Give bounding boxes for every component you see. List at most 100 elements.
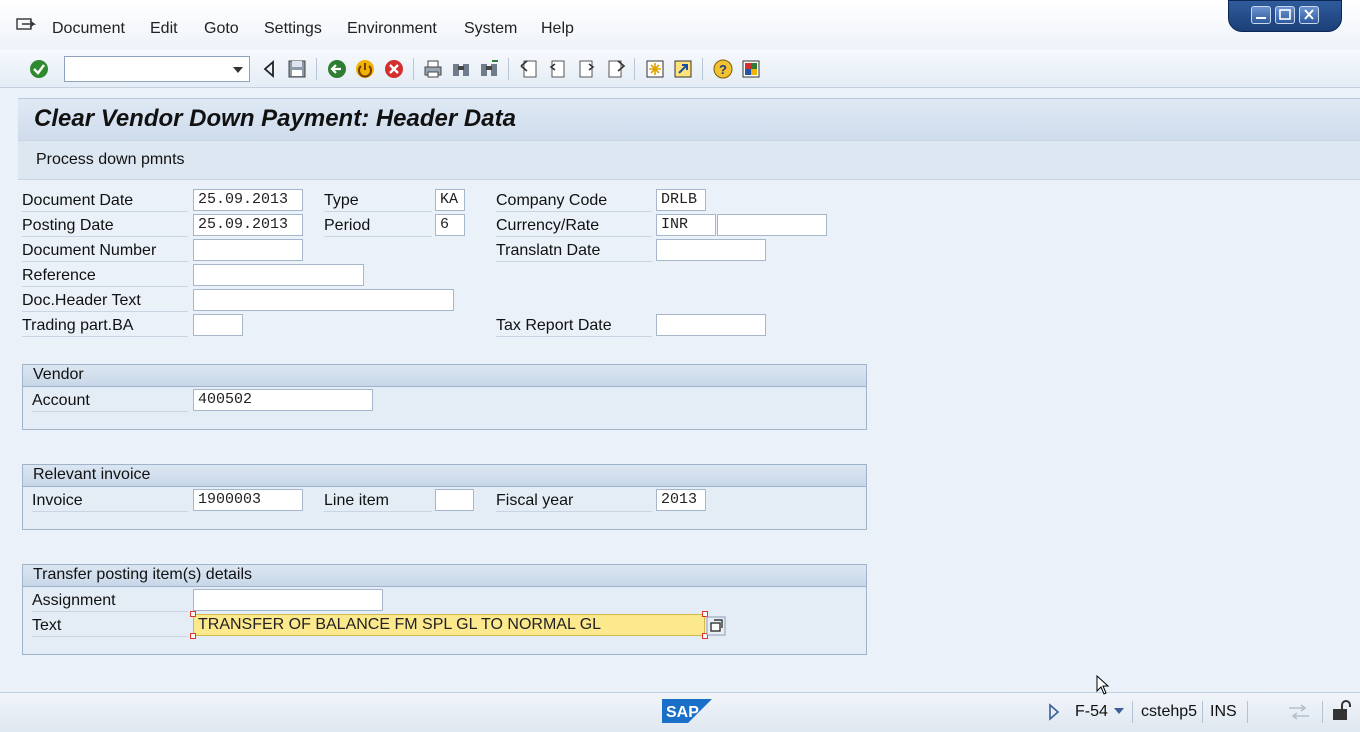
shortcut-icon[interactable] (672, 58, 694, 80)
menu-edit[interactable]: Edit (150, 20, 178, 38)
status-separator (1132, 701, 1133, 723)
trading-part-field[interactable] (193, 314, 243, 336)
currency-field[interactable]: INR (656, 214, 716, 236)
exit-icon[interactable] (354, 58, 376, 80)
transaction-code: F-54 (1075, 703, 1108, 720)
process-down-payments-button[interactable]: Process down pmnts (36, 151, 185, 169)
mouse-pointer-icon (1096, 675, 1110, 695)
toolbar-separator (508, 58, 509, 80)
enter-check-icon[interactable] (28, 58, 50, 80)
account-label: Account (32, 390, 188, 412)
find-icon[interactable] (450, 58, 472, 80)
lock-icon[interactable] (1330, 699, 1354, 723)
status-separator (1202, 701, 1203, 723)
translation-date-field[interactable] (656, 239, 766, 261)
vendor-group-title: Vendor (23, 365, 866, 387)
transfer-posting-group-title: Transfer posting item(s) details (23, 565, 866, 587)
status-separator (1247, 701, 1248, 723)
currency-rate-label: Currency/Rate (496, 215, 652, 237)
status-separator (1322, 701, 1323, 723)
menu-environment[interactable]: Environment (347, 20, 437, 38)
help-icon[interactable]: ? (712, 58, 734, 80)
document-date-field[interactable]: 25.09.2013 (193, 189, 303, 211)
reference-label: Reference (22, 265, 188, 287)
company-code-label: Company Code (496, 190, 652, 212)
standard-toolbar: ? (0, 50, 1360, 88)
status-bar: SAP F-54 cstehp5 INS (0, 692, 1360, 732)
triangle-right-icon[interactable] (1048, 703, 1060, 721)
document-number-label: Document Number (22, 240, 188, 262)
period-field[interactable]: 6 (435, 214, 465, 236)
posting-date-field[interactable]: 25.09.2013 (193, 214, 303, 236)
save-icon[interactable] (286, 58, 308, 80)
tax-report-date-label: Tax Report Date (496, 315, 652, 337)
menu-document[interactable]: Document (52, 20, 125, 38)
translation-date-label: Translatn Date (496, 240, 652, 262)
sap-logo-text: SAP (666, 704, 699, 721)
maximize-icon[interactable] (1275, 6, 1295, 24)
next-page-icon[interactable] (576, 58, 598, 80)
trading-part-label: Trading part.BA (22, 315, 188, 337)
window-controls (1228, 0, 1342, 32)
document-number-field[interactable] (193, 239, 303, 261)
toolbar-separator (634, 58, 635, 80)
close-icon[interactable] (1299, 6, 1319, 24)
command-field[interactable] (64, 56, 250, 82)
line-item-label: Line item (324, 490, 432, 512)
input-mode: INS (1210, 703, 1237, 720)
cancel-icon[interactable] (383, 58, 405, 80)
text-label: Text (32, 615, 188, 637)
application-toolbar: Process down pmnts (18, 140, 1360, 180)
print-icon[interactable] (422, 58, 444, 80)
chevron-down-icon[interactable] (1113, 706, 1125, 716)
doc-header-text-field[interactable] (193, 289, 454, 311)
doc-header-text-label: Doc.Header Text (22, 290, 188, 312)
line-item-field[interactable] (435, 489, 474, 511)
period-label: Period (324, 215, 432, 237)
resize-handle (190, 611, 196, 617)
relevant-invoice-group-title: Relevant invoice (23, 465, 866, 487)
type-field[interactable]: KA (435, 189, 465, 211)
title-bar: Clear Vendor Down Payment: Header Data (18, 98, 1360, 140)
menu-help[interactable]: Help (541, 20, 574, 38)
text-field[interactable]: TRANSFER OF BALANCE FM SPL GL TO NORMAL … (193, 614, 705, 636)
last-page-icon[interactable] (605, 58, 627, 80)
invoice-field[interactable]: 1900003 (193, 489, 303, 511)
previous-page-icon[interactable] (546, 58, 568, 80)
fiscal-year-field[interactable]: 2013 (656, 489, 706, 511)
type-label: Type (324, 190, 432, 212)
server-name: cstehp5 (1141, 703, 1198, 720)
menu-system[interactable]: System (464, 20, 517, 38)
toolbar-separator (702, 58, 703, 80)
triangle-left-icon[interactable] (258, 58, 280, 80)
customize-layout-icon[interactable] (740, 58, 762, 80)
svg-text:?: ? (719, 62, 727, 77)
toolbar-separator (316, 58, 317, 80)
connection-icon (1289, 704, 1309, 720)
create-session-icon[interactable] (644, 58, 666, 80)
menu-bar: Document Edit Goto Settings Environment … (0, 0, 1360, 50)
chevron-down-icon[interactable] (233, 67, 243, 73)
assignment-field[interactable] (193, 589, 383, 611)
assignment-label: Assignment (32, 590, 188, 612)
find-next-icon[interactable] (478, 58, 500, 80)
menu-settings[interactable]: Settings (264, 20, 322, 38)
back-icon[interactable] (326, 58, 348, 80)
rate-field[interactable] (717, 214, 827, 236)
company-code-field[interactable]: DRLB (656, 189, 706, 211)
toolbar-separator (413, 58, 414, 80)
posting-date-label: Posting Date (22, 215, 188, 237)
page-title: Clear Vendor Down Payment: Header Data (34, 105, 516, 132)
long-text-icon[interactable] (706, 616, 726, 636)
fiscal-year-label: Fiscal year (496, 490, 652, 512)
account-field[interactable]: 400502 (193, 389, 373, 411)
system-menu-icon[interactable] (16, 18, 36, 34)
invoice-label: Invoice (32, 490, 188, 512)
reference-field[interactable] (193, 264, 364, 286)
minimize-icon[interactable] (1251, 6, 1271, 24)
resize-handle (190, 633, 196, 639)
tax-report-date-field[interactable] (656, 314, 766, 336)
document-date-label: Document Date (22, 190, 188, 212)
first-page-icon[interactable] (518, 58, 540, 80)
menu-goto[interactable]: Goto (204, 20, 239, 38)
